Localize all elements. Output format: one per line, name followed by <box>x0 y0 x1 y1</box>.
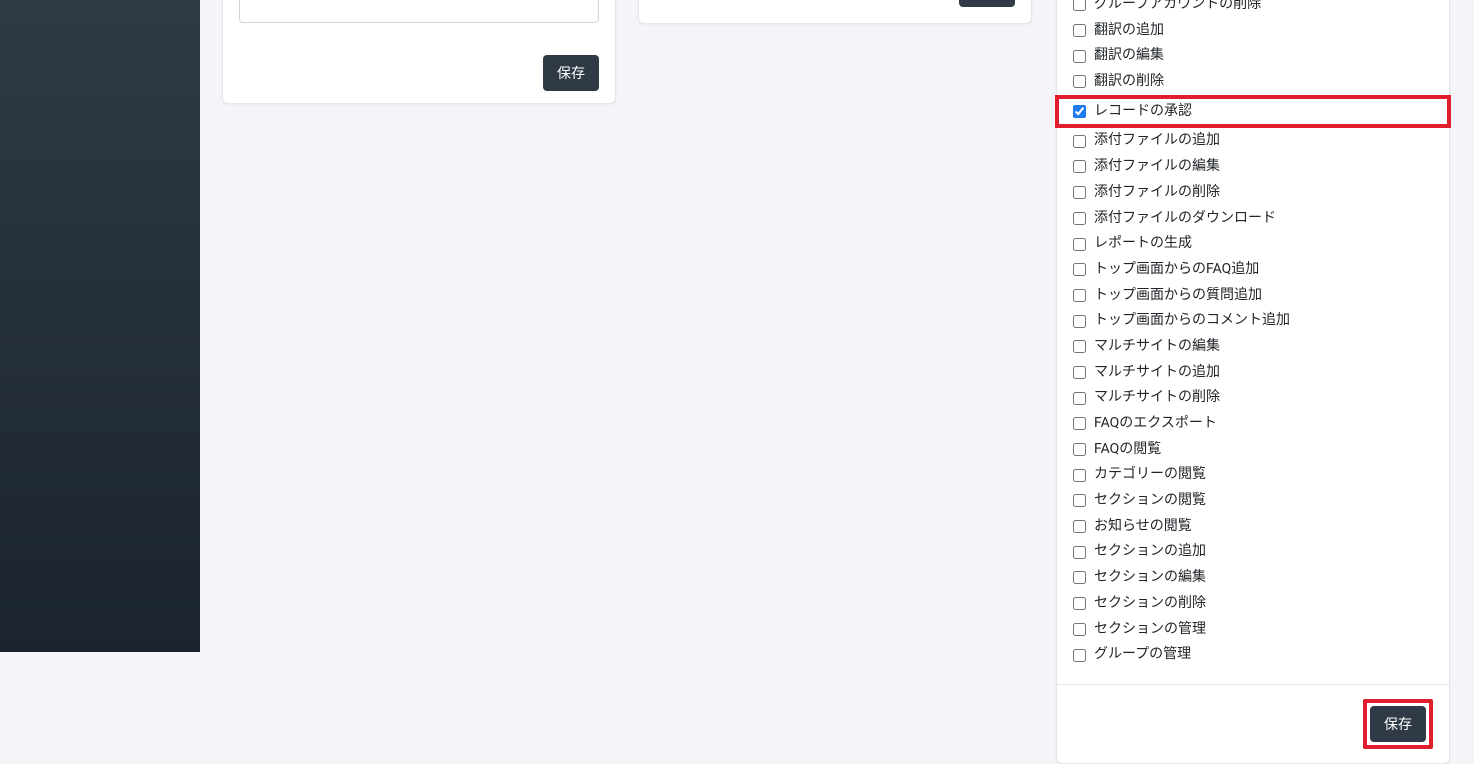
permission-checkbox[interactable] <box>1073 571 1086 584</box>
permission-checkbox[interactable] <box>1073 315 1086 328</box>
permission-label[interactable]: マルチサイトの削除 <box>1094 387 1220 409</box>
permission-label[interactable]: 翻訳の編集 <box>1094 45 1164 67</box>
permission-label[interactable]: お知らせの閲覧 <box>1094 516 1192 538</box>
permission-label[interactable]: 翻訳の削除 <box>1094 71 1164 93</box>
permission-checkbox[interactable] <box>1073 160 1086 173</box>
permission-label[interactable]: レコードの承認 <box>1094 101 1192 123</box>
permission-checkbox[interactable] <box>1073 24 1086 37</box>
permission-checkbox[interactable] <box>1073 263 1086 276</box>
permission-label[interactable]: トップ画面からの質問追加 <box>1094 285 1262 307</box>
permission-item: セクションの削除 <box>1073 591 1433 617</box>
textarea-left[interactable] <box>239 0 599 23</box>
permission-label[interactable]: セクションの閲覧 <box>1094 490 1206 512</box>
permission-checkbox[interactable] <box>1073 50 1086 63</box>
permission-item: お知らせの閲覧 <box>1073 514 1433 540</box>
permission-checkbox[interactable] <box>1073 0 1086 11</box>
permission-item: トップ画面からのFAQ追加 <box>1073 257 1433 283</box>
permission-item: セクションの閲覧 <box>1073 488 1433 514</box>
permission-checkbox[interactable] <box>1073 546 1086 559</box>
permission-item: マルチサイトの追加 <box>1073 360 1433 386</box>
permission-checkbox[interactable] <box>1073 649 1086 662</box>
permission-label[interactable]: マルチサイトの追加 <box>1094 362 1220 384</box>
permission-item: グループアカウントの削除 <box>1073 0 1433 18</box>
permission-label[interactable]: 添付ファイルの追加 <box>1094 130 1220 152</box>
permission-checkbox[interactable] <box>1073 75 1086 88</box>
permission-checkbox[interactable] <box>1073 105 1086 118</box>
permission-label[interactable]: セクションの編集 <box>1094 567 1206 589</box>
save-button-left[interactable]: 保存 <box>543 55 599 91</box>
permission-item: 翻訳の編集 <box>1073 43 1433 69</box>
permission-item: グループの管理 <box>1073 642 1433 668</box>
permission-item: 添付ファイルの追加 <box>1073 128 1433 154</box>
permission-checkbox[interactable] <box>1073 135 1086 148</box>
permissions-list: グループアカウントの削除翻訳の追加翻訳の編集翻訳の削除レコードの承認添付ファイル… <box>1057 0 1449 684</box>
permission-label[interactable]: 添付ファイルの編集 <box>1094 156 1220 178</box>
permission-label[interactable]: 添付ファイルの削除 <box>1094 182 1220 204</box>
permission-checkbox[interactable] <box>1073 623 1086 636</box>
permission-label[interactable]: セクションの追加 <box>1094 541 1206 563</box>
save-button-permissions[interactable]: 保存 <box>1370 706 1426 742</box>
permission-label[interactable]: マルチサイトの編集 <box>1094 336 1220 358</box>
permission-label[interactable]: グループアカウントの削除 <box>1094 0 1261 16</box>
permission-item: 翻訳の追加 <box>1073 18 1433 44</box>
permission-item: セクションの管理 <box>1073 617 1433 643</box>
permission-label[interactable]: レポートの生成 <box>1094 233 1192 255</box>
permission-item: 添付ファイルの編集 <box>1073 154 1433 180</box>
permission-label[interactable]: グループの管理 <box>1094 644 1191 666</box>
panel-left: 保存 <box>222 0 616 104</box>
permission-checkbox[interactable] <box>1073 520 1086 533</box>
permission-checkbox[interactable] <box>1073 212 1086 225</box>
save-button-highlight: 保存 <box>1363 699 1433 749</box>
permission-checkbox[interactable] <box>1073 494 1086 507</box>
permission-item: トップ画面からのコメント追加 <box>1073 308 1433 334</box>
permission-item: マルチサイトの削除 <box>1073 385 1433 411</box>
permissions-panel: グループアカウントの削除翻訳の追加翻訳の編集翻訳の削除レコードの承認添付ファイル… <box>1056 0 1450 764</box>
panel-middle: 保存 <box>638 0 1032 24</box>
permission-label[interactable]: セクションの管理 <box>1094 619 1206 641</box>
sidebar-nav <box>0 0 200 652</box>
permission-label[interactable]: 翻訳の追加 <box>1094 20 1164 42</box>
permission-checkbox[interactable] <box>1073 469 1086 482</box>
main-content: 保存 保存 グループアカウントの削除翻訳の追加翻訳の編集翻訳の削除レコードの承認… <box>200 0 1474 652</box>
permission-label[interactable]: 添付ファイルのダウンロード <box>1094 208 1276 230</box>
permission-item-highlighted: レコードの承認 <box>1055 95 1451 129</box>
permission-item: FAQの閲覧 <box>1073 437 1433 463</box>
permission-label[interactable]: トップ画面からのコメント追加 <box>1094 310 1290 332</box>
permission-checkbox[interactable] <box>1073 238 1086 251</box>
permission-checkbox[interactable] <box>1073 186 1086 199</box>
permission-item: レポートの生成 <box>1073 231 1433 257</box>
permission-item: トップ画面からの質問追加 <box>1073 283 1433 309</box>
permission-checkbox[interactable] <box>1073 392 1086 405</box>
permission-item: 添付ファイルのダウンロード <box>1073 206 1433 232</box>
permission-item: カテゴリーの閲覧 <box>1073 462 1433 488</box>
permission-item: 翻訳の削除 <box>1073 69 1433 95</box>
permission-item: マルチサイトの編集 <box>1073 334 1433 360</box>
permission-checkbox[interactable] <box>1073 443 1086 456</box>
permission-item: レコードの承認 <box>1073 101 1433 123</box>
save-button-middle[interactable]: 保存 <box>959 0 1015 7</box>
permission-label[interactable]: カテゴリーの閲覧 <box>1094 464 1206 486</box>
permission-item: セクションの編集 <box>1073 565 1433 591</box>
permission-label[interactable]: セクションの削除 <box>1094 593 1206 615</box>
permission-label[interactable]: FAQの閲覧 <box>1094 439 1161 461</box>
permission-label[interactable]: FAQのエクスポート <box>1094 413 1217 435</box>
permission-checkbox[interactable] <box>1073 597 1086 610</box>
permission-checkbox[interactable] <box>1073 417 1086 430</box>
permission-item: セクションの追加 <box>1073 539 1433 565</box>
permission-checkbox[interactable] <box>1073 340 1086 353</box>
permission-item: 添付ファイルの削除 <box>1073 180 1433 206</box>
permission-label[interactable]: トップ画面からのFAQ追加 <box>1094 259 1259 281</box>
permission-item: FAQのエクスポート <box>1073 411 1433 437</box>
permission-checkbox[interactable] <box>1073 289 1086 302</box>
permission-checkbox[interactable] <box>1073 366 1086 379</box>
